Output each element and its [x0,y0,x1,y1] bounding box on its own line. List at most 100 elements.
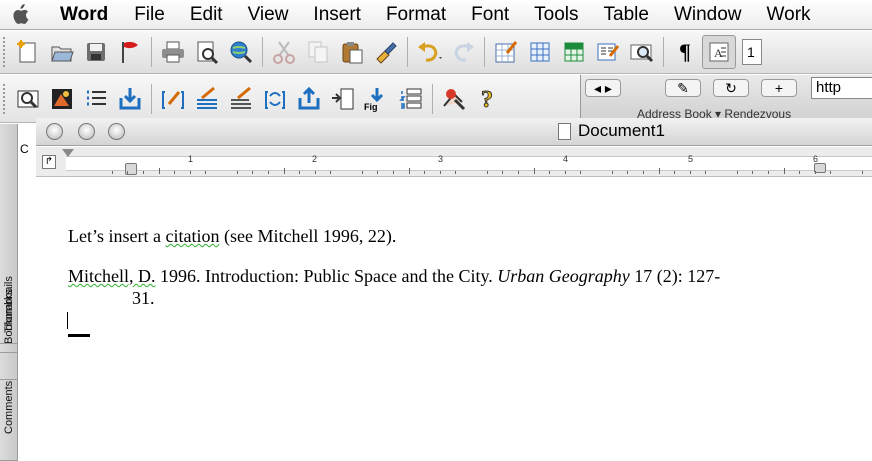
ruler-track[interactable] [66,156,872,171]
preferences-icon[interactable] [437,82,471,116]
toolbar-grip[interactable] [3,37,11,67]
zoom-field[interactable]: 1 [742,39,762,65]
text-cursor [67,312,68,329]
spelling-flagged-word[interactable]: citation [165,226,219,246]
document-title: Document1 [578,121,665,140]
browser-url-field[interactable]: http [811,77,872,99]
menu-bar: Word File Edit View Insert Format Font T… [0,0,872,30]
ruler-tick [455,171,457,174]
tab-bookmarks-label [0,130,18,256]
menu-app-word[interactable]: Word [60,0,108,30]
first-line-indent-marker[interactable] [62,149,74,157]
background-browser-window: ◂ ▸ ✎ ↻ + http Address Book ▾ Rendezvous [580,75,872,123]
cut-icon[interactable] [267,35,301,69]
format-painter-icon[interactable] [369,35,403,69]
apple-menu-icon[interactable] [0,0,40,30]
ruler-number-4: 4 [563,154,569,164]
open-icon[interactable] [45,35,79,69]
ruler-tick [424,171,426,174]
citation-toolbar: Fig ? [0,75,580,123]
print-preview-icon[interactable] [190,35,224,69]
menu-tools[interactable]: Tools [534,0,578,30]
menu-window[interactable]: Window [674,0,742,30]
right-indent-marker[interactable] [814,163,826,173]
text-box-icon[interactable]: A [702,35,736,69]
export-icon[interactable] [292,82,326,116]
ruler-tick [799,171,801,174]
toolbar-separator [407,37,408,67]
columns-icon[interactable] [591,35,625,69]
minimize-button[interactable] [78,123,95,140]
edit-citation-icon[interactable] [190,82,224,116]
menu-table[interactable]: Table [604,0,649,30]
ruler[interactable]: ↱ 1 2 3 4 5 6 [36,147,872,177]
print-icon[interactable] [156,35,190,69]
ruler-tick [408,168,410,174]
import-icon[interactable] [113,82,147,116]
show-hide-icon[interactable]: ¶ [668,35,702,69]
ruler-tick [705,171,707,174]
text-run: (see Mitchell 1996, 22). [219,226,397,246]
insert-figure-list-icon[interactable]: Fig [360,82,394,116]
ruler-tick [111,171,113,174]
ruler-tick [502,171,504,174]
insert-figure-icon[interactable] [45,82,79,116]
menu-work[interactable]: Work [767,0,811,30]
ruler-tick [783,168,785,174]
ruler-number-2: 2 [312,154,318,164]
ruler-number-5: 5 [688,154,694,164]
menu-insert[interactable]: Insert [313,0,361,30]
close-button[interactable] [46,123,63,140]
browser-reload-button[interactable]: ↻ [713,79,749,97]
tab-comments[interactable]: Comments [0,355,18,461]
ruler-tick [314,171,316,174]
format-list-icon[interactable] [79,82,113,116]
reference-entry[interactable]: Mitchell, D. 1996. Introduction: Public … [68,266,720,287]
menu-font[interactable]: Font [471,0,509,30]
paste-icon[interactable] [335,35,369,69]
insert-excel-icon[interactable] [557,35,591,69]
menu-file[interactable]: File [134,0,165,30]
find-reference-icon[interactable] [11,82,45,116]
go-to-icon[interactable] [326,82,360,116]
save-icon[interactable] [79,35,113,69]
insert-table-icon[interactable] [523,35,557,69]
zoom-button[interactable] [108,123,125,140]
menu-format[interactable]: Format [386,0,446,30]
flag-icon[interactable] [113,35,147,69]
copy-icon[interactable] [301,35,335,69]
toolbar-grip[interactable] [3,83,11,114]
undo-icon[interactable] [412,35,446,69]
ruler-tick [674,171,676,174]
ruler-tick [752,171,754,174]
tables-borders-icon[interactable] [489,35,523,69]
ruler-number-1: 1 [188,154,194,164]
help-icon[interactable]: ? [471,82,505,116]
refresh-icon[interactable] [258,82,292,116]
browser-back-forward[interactable]: ◂ ▸ [585,79,621,97]
menu-view[interactable]: View [248,0,289,30]
reference-author[interactable]: Mitchell, D. [68,266,156,286]
document-page[interactable] [36,178,872,461]
paragraph-citation[interactable]: Let’s insert a citation (see Mitchell 19… [68,226,396,247]
ruler-tick [611,171,613,174]
ruler-tick [142,171,144,174]
tab-thumbnails[interactable]: Thumbnails [0,258,18,353]
ruler-tick [689,171,691,174]
ruler-tick [658,168,660,174]
redo-icon[interactable] [446,35,480,69]
zoom-icon[interactable] [625,35,659,69]
ruler-tick [767,171,769,174]
ruler-tick [330,171,332,174]
ruler-tick [189,171,191,174]
text-run: 17 (2): 127- [629,266,721,286]
browser-add-button[interactable]: + [761,79,797,97]
insert-citation-icon[interactable] [156,82,190,116]
web-search-icon[interactable] [224,35,258,69]
new-document-icon[interactable] [11,35,45,69]
edit-citation-2-icon[interactable] [224,82,258,116]
tab-stop-selector-icon[interactable]: ↱ [42,155,56,169]
menu-edit[interactable]: Edit [190,0,223,30]
browser-edit-button[interactable]: ✎ [665,79,701,97]
numbered-list-icon[interactable] [394,82,428,116]
